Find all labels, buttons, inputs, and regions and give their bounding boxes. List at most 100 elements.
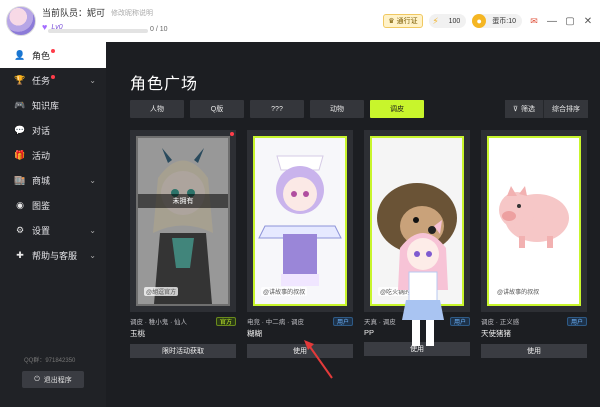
mail-icon[interactable]: ✉ (528, 15, 540, 27)
xp-text: 0 / 10 (150, 26, 168, 33)
annotation-arrow (304, 340, 333, 379)
chevron-down-icon: ⌄ (89, 76, 96, 85)
filter-button[interactable]: ⊽ 筛选 (504, 100, 544, 118)
logout-label: 退出程序 (43, 376, 72, 384)
sidebar-item-shop[interactable]: 🏬 商城 ⌄ (0, 168, 106, 193)
character-image: @讲故事的叔叔 (487, 136, 581, 306)
sidebar-item-events[interactable]: 🎁 活动 (0, 143, 106, 168)
crown-icon: ♛ (388, 18, 395, 25)
sidebar-item-label: 商城 (32, 176, 51, 186)
sidebar-item-knowledge[interactable]: 🎮 知识库 (0, 93, 106, 118)
sidebar: 👤 角色 🏆 任务 ⌄ 🎮 知识库 💬 对话 🎁 活动 🏬 商城 ⌄ ◉ 图鉴 … (0, 42, 106, 407)
sort-dropdown[interactable]: 综合排序 (544, 100, 588, 118)
gear-icon: ⚙ (15, 225, 25, 235)
coin-value: 蛋币:10 (492, 18, 516, 25)
character-card[interactable]: 未拥有 @胡逗官方 调皮 · 稚小鬼 · 仙人 官方 玉桃 限时活动获取 (130, 130, 236, 358)
energy-value: 100 (448, 17, 461, 25)
sidebar-item-tasks[interactable]: 🏆 任务 ⌄ (0, 68, 106, 93)
notification-dot (51, 49, 56, 53)
card-name: 天使猪猪 (481, 329, 511, 338)
card-frame: @讲故事的叔叔 (481, 130, 587, 312)
close-button[interactable]: ✕ (582, 15, 594, 27)
sidebar-item-label: 帮助与客服 (32, 251, 78, 261)
chevron-down-icon: ⌄ (89, 226, 96, 235)
card-meta: 调皮 · 稚小鬼 · 仙人 官方 (130, 316, 236, 326)
user-edit-link[interactable]: 修改昵称说明 (111, 8, 153, 18)
card-author: @胡逗官方 (144, 287, 179, 296)
sidebar-item-label: 对话 (32, 126, 51, 136)
card-tags: 调皮 · 稚小鬼 · 仙人 (130, 319, 188, 326)
trophy-icon: 🏆 (14, 75, 26, 85)
list-controls: ⊽ 筛选 综合排序 (504, 100, 588, 118)
lightning-icon: ⚡ (432, 15, 439, 26)
category-filters: 人物 Q版 ??? 动物 调皮 (130, 100, 424, 118)
card-meta: 电竞 · 中二病 · 调皮 用户 (247, 316, 353, 326)
chevron-down-icon: ⌄ (89, 176, 96, 185)
maximize-button[interactable]: ▢ (564, 15, 576, 27)
character-illustration (489, 138, 579, 304)
title-bar: 当前队员：妮可 修改昵称说明 ♥ Lv0 0 / 10 ♛ 通行证 ⚡ 100 … (0, 0, 600, 42)
help-icon: ✚ (16, 250, 24, 260)
user-badge: 用户 (566, 316, 587, 326)
user-badge: 用户 (449, 316, 470, 326)
gamepad-icon: 🎮 (14, 100, 26, 110)
filter-animals[interactable]: 动物 (310, 100, 364, 118)
chevron-down-icon: ⌄ (89, 251, 96, 260)
heart-icon: ♥ (42, 22, 48, 32)
sidebar-item-character[interactable]: 👤 角色 (0, 42, 106, 68)
card-tags: 天真 · 调皮 (364, 319, 396, 326)
not-owned-label: 未拥有 (138, 194, 228, 208)
sidebar-item-label: 知识库 (32, 101, 60, 111)
locked-mask (138, 138, 228, 304)
card-meta: 调皮 · 正义感 用户 (481, 316, 587, 326)
minimize-button[interactable]: — (546, 15, 558, 27)
sidebar-item-settings[interactable]: ⚙ 设置 ⌄ (0, 218, 106, 243)
sidebar-item-gallery[interactable]: ◉ 图鉴 (0, 193, 106, 218)
event-acquire-button[interactable]: 限时活动获取 (130, 344, 236, 358)
power-icon: ⏻ (34, 375, 40, 383)
xp-progress-bar (48, 29, 148, 33)
card-author: @讲故事的叔叔 (495, 287, 542, 296)
card-frame: @讲故事的叔叔 (247, 130, 353, 312)
main-content: 角色广场 人物 Q版 ??? 动物 调皮 ⊽ 筛选 综合排序 未拥有 @胡逗官方… (106, 42, 600, 407)
chat-icon: 💬 (14, 125, 26, 135)
desktop-pet-illustration (398, 220, 448, 346)
filter-people[interactable]: 人物 (130, 100, 184, 118)
card-name: 玉桃 (130, 329, 145, 338)
pass-label: 通行证 (396, 18, 418, 25)
character-card[interactable]: @讲故事的叔叔 电竞 · 中二病 · 调皮 用户 糊糊 使用 (247, 130, 353, 358)
filter-naughty[interactable]: 调皮 (370, 100, 424, 118)
coin-pill[interactable]: ● 蛋币:10 (472, 14, 522, 28)
user-avatar[interactable] (6, 6, 36, 36)
notification-dot (51, 74, 56, 79)
sidebar-item-chat[interactable]: 💬 对话 (0, 118, 106, 143)
user-badge: 用户 (332, 316, 353, 326)
character-illustration (255, 138, 345, 304)
character-image: @讲故事的叔叔 (253, 136, 347, 306)
filter-chibi[interactable]: Q版 (190, 100, 244, 118)
card-tags: 电竞 · 中二病 · 调皮 (247, 319, 305, 326)
notification-dot (230, 132, 234, 136)
filter-mystery[interactable]: ??? (250, 100, 304, 118)
card-tags: 调皮 · 正义感 (481, 319, 520, 326)
sidebar-item-label: 图鉴 (32, 201, 51, 211)
sidebar-item-label: 角色 (32, 50, 51, 61)
sidebar-item-help[interactable]: ✚ 帮助与客服 ⌄ (0, 243, 106, 268)
sidebar-item-label: 设置 (32, 226, 51, 236)
user-name: 当前队员：妮可 (42, 8, 106, 18)
use-button[interactable]: 使用 (481, 344, 587, 358)
logout-button[interactable]: ⏻ 退出程序 (22, 371, 84, 388)
card-author: @讲故事的叔叔 (261, 287, 308, 296)
coin-icon: ● (472, 14, 487, 28)
gift-icon: 🎁 (14, 150, 26, 160)
character-card[interactable]: @讲故事的叔叔 调皮 · 正义感 用户 天使猪猪 使用 (481, 130, 587, 358)
sidebar-item-label: 活动 (32, 151, 51, 161)
desktop-pet[interactable] (394, 220, 452, 352)
official-badge: 官方 (215, 316, 236, 326)
energy-pill: ⚡ 100 (428, 14, 467, 28)
pass-button[interactable]: ♛ 通行证 (383, 14, 423, 28)
page-title: 角色广场 (130, 76, 199, 93)
user-icon: 👤 (14, 49, 26, 60)
gallery-icon: ◉ (16, 200, 24, 210)
shop-icon: 🏬 (14, 175, 26, 185)
